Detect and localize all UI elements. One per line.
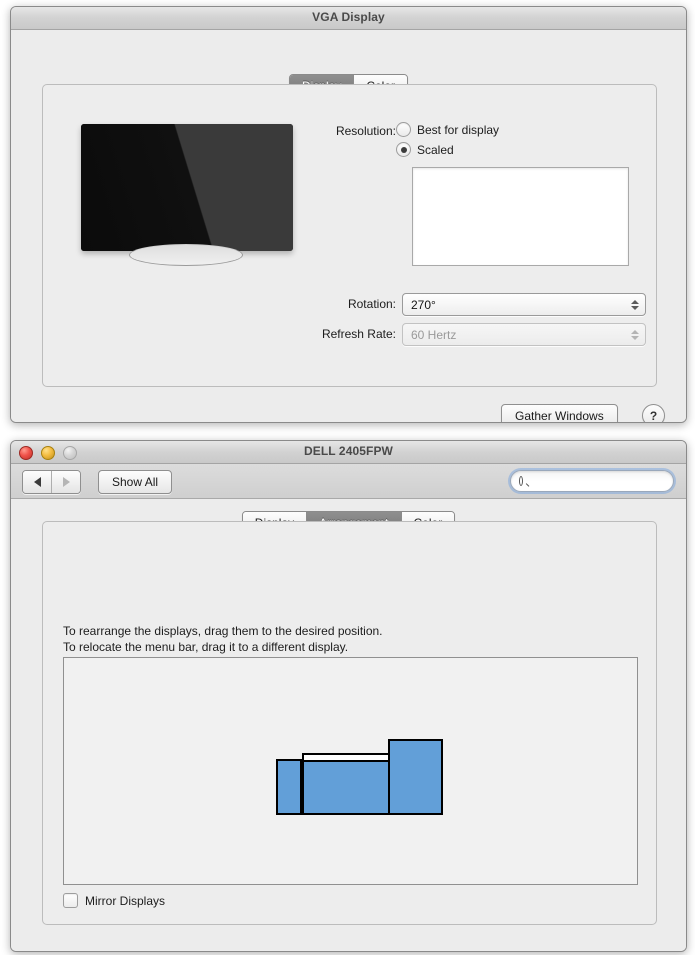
triangle-right-icon [62,477,70,487]
radio-best-for-display[interactable] [396,122,411,137]
vga-window-body: Display Color Resolution: Best for displ… [11,30,686,422]
vga-titlebar[interactable]: VGA Display [11,7,686,30]
show-all-button[interactable]: Show All [98,470,173,494]
display-small-left[interactable] [276,759,302,815]
triangle-left-icon [33,477,41,487]
tv-stand [129,244,243,266]
resolution-option-scaled[interactable]: Scaled [396,142,454,157]
radio-scaled[interactable] [396,142,411,157]
tv-gloss-highlight [81,124,293,251]
vga-window-title: VGA Display [312,10,385,24]
search-field[interactable] [510,470,674,492]
resolution-label: Resolution: [335,124,396,138]
display-illustration [67,116,310,279]
dell-titlebar[interactable]: DELL 2405FPW [11,441,686,464]
stepper-arrows-icon [631,329,639,340]
instruction-line-1: To rearrange the displays, drag them to … [63,624,383,638]
radio-best-for-display-label: Best for display [417,122,500,137]
dell-toolbar: Show All [11,464,686,499]
tv-screen [81,124,293,251]
nav-buttons-group [22,470,81,494]
back-button[interactable] [23,471,51,493]
refresh-rate-value: 60 Hertz [411,327,457,342]
refresh-rate-label: Refresh Rate: [321,327,396,341]
mirror-displays-label: Mirror Displays [85,893,166,908]
radio-scaled-label: Scaled [417,142,454,157]
dell-display-window: DELL 2405FPW Show All Display [10,440,687,952]
vga-display-window: VGA Display Display Color Resolution: [10,6,687,423]
help-button[interactable]: ? [642,404,665,422]
stepper-arrows-icon [631,299,639,310]
resolution-option-best[interactable]: Best for display [396,122,499,137]
instruction-line-2: To relocate the menu bar, drag it to a d… [63,640,349,654]
display-arrangement-canvas[interactable] [63,657,638,885]
arrangement-instructions: To rearrange the displays, drag them to … [63,623,583,655]
dell-window-title: DELL 2405FPW [303,444,393,458]
search-input[interactable] [527,474,673,488]
mirror-displays-row[interactable]: Mirror Displays [63,893,165,908]
screenshot-root: VGA Display Display Color Resolution: [0,0,695,955]
scaled-resolution-list[interactable] [412,167,629,266]
rotation-value: 270° [411,297,436,312]
refresh-rate-popup-button[interactable]: 60 Hertz [402,323,646,346]
rotation-label: Rotation: [347,297,396,311]
forward-button [51,471,80,493]
rotation-popup-button[interactable]: 270° [402,293,646,316]
gather-windows-button[interactable]: Gather Windows [501,404,618,422]
dell-window-body: Display Arrangement Color To rearrange t… [11,499,686,951]
search-icon [519,476,523,486]
mirror-displays-checkbox[interactable] [63,893,78,908]
display-tall-right[interactable] [388,739,443,815]
